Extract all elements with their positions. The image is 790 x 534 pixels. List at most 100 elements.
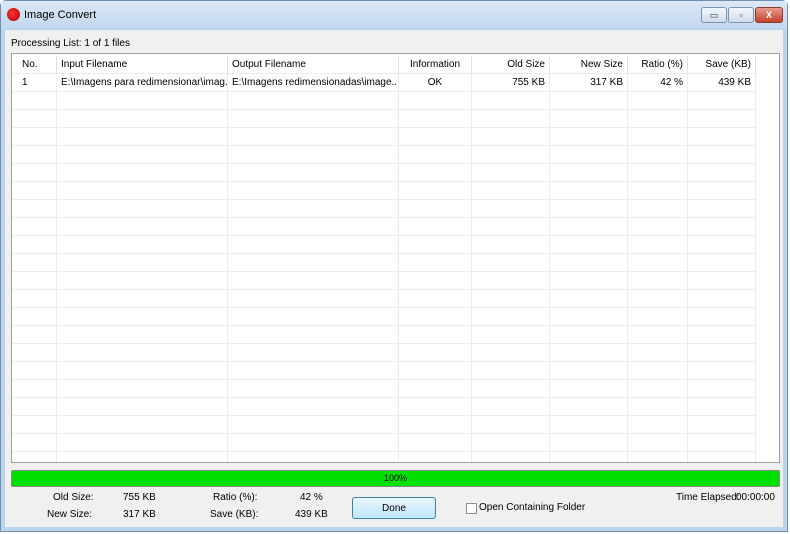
table-cell	[472, 362, 550, 380]
table-cell	[628, 182, 688, 200]
table-cell	[12, 128, 57, 146]
table-cell	[228, 290, 399, 308]
table-cell	[399, 272, 472, 290]
empty-row[interactable]	[12, 236, 757, 254]
old-size-label: Old Size:	[53, 492, 94, 503]
table-cell	[399, 362, 472, 380]
table-cell	[228, 254, 399, 272]
maximize-button[interactable]: ▫	[728, 7, 754, 23]
empty-row[interactable]	[12, 164, 757, 182]
empty-row[interactable]	[12, 344, 757, 362]
table-cell	[550, 326, 628, 344]
minimize-button[interactable]: ▭	[701, 7, 727, 23]
table-cell	[628, 308, 688, 326]
table-cell: 1	[12, 74, 57, 92]
column-header[interactable]: Input Filename	[57, 56, 228, 74]
table-cell	[228, 236, 399, 254]
table-cell	[57, 164, 228, 182]
empty-row[interactable]	[12, 254, 757, 272]
table-cell	[688, 110, 756, 128]
table-cell	[12, 290, 57, 308]
file-table[interactable]: No. Input Filename Output Filename Informat…	[11, 53, 780, 463]
table-cell	[628, 236, 688, 254]
empty-row[interactable]	[12, 434, 757, 452]
table-cell	[399, 452, 472, 462]
table-cell	[57, 146, 228, 164]
table-cell	[57, 380, 228, 398]
empty-row[interactable]	[12, 110, 757, 128]
empty-row[interactable]	[12, 452, 757, 462]
table-cell	[688, 164, 756, 182]
save-value: 439 KB	[295, 509, 328, 520]
image-convert-window: Image Convert ▭ ▫ X Processing List: 1 o…	[0, 0, 788, 532]
table-cell	[57, 362, 228, 380]
table-cell	[228, 326, 399, 344]
table-cell	[472, 236, 550, 254]
table-cell	[12, 344, 57, 362]
table-cell	[550, 200, 628, 218]
open-folder-label[interactable]: Open Containing Folder	[479, 502, 585, 513]
table-cell	[12, 92, 57, 110]
processing-list-label: Processing List: 1 of 1 files	[11, 38, 130, 49]
table-cell	[472, 200, 550, 218]
table-cell	[12, 236, 57, 254]
table-cell	[12, 362, 57, 380]
done-button[interactable]: Done	[352, 497, 436, 519]
progress-fill: 100%	[12, 471, 779, 486]
table-cell: E:\Imagens para redimensionar\imag...	[57, 74, 228, 92]
empty-row[interactable]	[12, 182, 757, 200]
table-cell	[472, 92, 550, 110]
table-cell	[550, 434, 628, 452]
ratio-label: Ratio (%):	[213, 492, 258, 503]
table-cell	[57, 92, 228, 110]
open-folder-checkbox[interactable]	[466, 503, 477, 514]
table-row[interactable]: 1 E:\Imagens para redimensionar\imag... E:…	[12, 74, 757, 92]
table-cell	[12, 110, 57, 128]
table-cell	[472, 290, 550, 308]
empty-row[interactable]	[12, 362, 757, 380]
column-header[interactable]: Output Filename	[228, 56, 399, 74]
table-cell	[472, 434, 550, 452]
table-cell	[628, 200, 688, 218]
column-header[interactable]: Information	[399, 56, 472, 74]
table-cell	[57, 398, 228, 416]
column-header[interactable]: New Size	[550, 56, 628, 74]
empty-row[interactable]	[12, 92, 757, 110]
app-icon	[7, 8, 20, 21]
table-cell	[550, 308, 628, 326]
empty-row[interactable]	[12, 200, 757, 218]
column-header[interactable]: Save (KB)	[688, 56, 756, 74]
table-cell	[228, 128, 399, 146]
table-cell	[628, 254, 688, 272]
table-cell	[472, 110, 550, 128]
table-cell	[688, 434, 756, 452]
empty-row[interactable]	[12, 326, 757, 344]
empty-row[interactable]	[12, 146, 757, 164]
table-cell	[12, 254, 57, 272]
table-cell	[228, 434, 399, 452]
empty-row[interactable]	[12, 416, 757, 434]
empty-row[interactable]	[12, 290, 757, 308]
close-button[interactable]: X	[755, 7, 783, 23]
table-cell	[688, 344, 756, 362]
empty-row[interactable]	[12, 308, 757, 326]
empty-row[interactable]	[12, 218, 757, 236]
table-cell	[57, 290, 228, 308]
table-cell	[12, 164, 57, 182]
empty-row[interactable]	[12, 272, 757, 290]
table-cell	[228, 182, 399, 200]
table-header[interactable]: No. Input Filename Output Filename Informat…	[12, 56, 757, 74]
table-cell	[399, 182, 472, 200]
empty-row[interactable]	[12, 380, 757, 398]
column-header[interactable]: Ratio (%)	[628, 56, 688, 74]
time-elapsed-value: 00:00:00	[736, 492, 775, 503]
empty-row[interactable]	[12, 128, 757, 146]
table-cell	[550, 236, 628, 254]
table-cell	[228, 164, 399, 182]
table-cell: 439 KB	[688, 74, 756, 92]
column-header[interactable]: No.	[12, 56, 57, 74]
table-cell	[228, 92, 399, 110]
table-cell	[472, 182, 550, 200]
column-header[interactable]: Old Size	[472, 56, 550, 74]
empty-row[interactable]	[12, 398, 757, 416]
